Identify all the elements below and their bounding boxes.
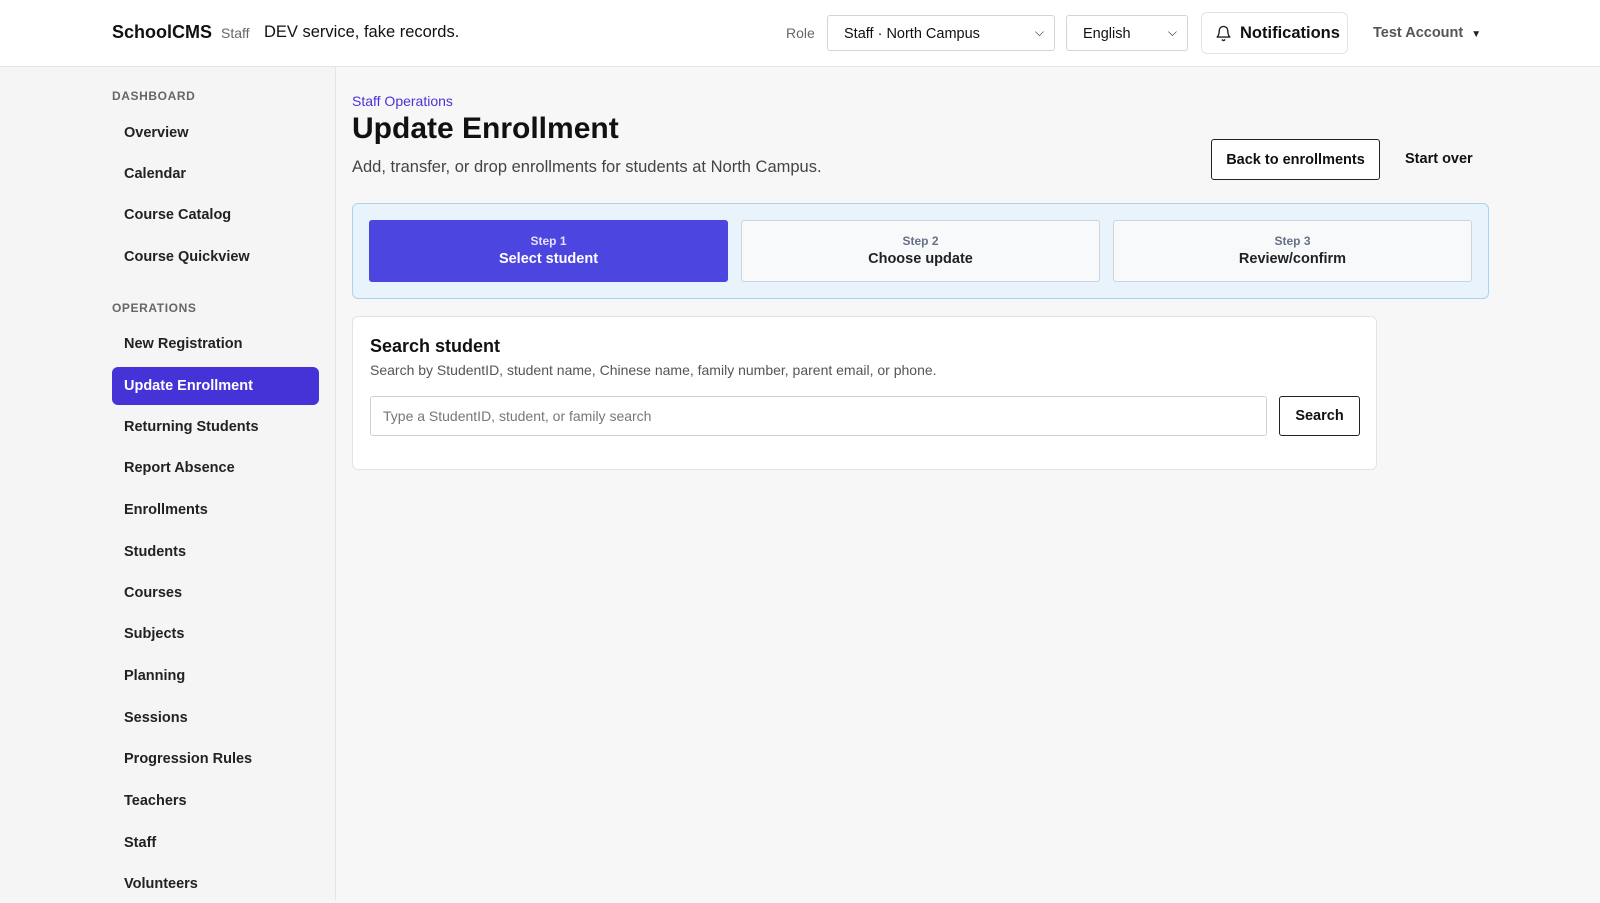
notifications-button[interactable]: Notifications	[1201, 12, 1348, 54]
role-label: Role	[786, 25, 815, 41]
sidebar-item-course-quickview[interactable]: Course Quickview	[112, 238, 319, 276]
sidebar-item-report-absence[interactable]: Report Absence	[112, 449, 319, 487]
sidebar-item-courses[interactable]: Courses	[112, 574, 319, 612]
sidebar-item-calendar[interactable]: Calendar	[112, 155, 319, 193]
sidebar: DASHBOARD Overview Calendar Course Catal…	[0, 67, 336, 900]
student-search-input[interactable]	[370, 396, 1267, 436]
role-select-value: Staff · North Campus	[844, 26, 980, 42]
chevron-down-icon: ⌵	[1034, 25, 1044, 39]
sidebar-item-update-enrollment[interactable]: Update Enrollment	[112, 367, 319, 405]
step-label: Review/confirm	[1238, 251, 1347, 267]
sidebar-item-new-registration[interactable]: New Registration	[112, 325, 319, 363]
sidebar-item-planning[interactable]: Planning	[112, 657, 319, 695]
chevron-down-icon: ⌵	[1167, 25, 1177, 39]
main-content: Staff Operations Update Enrollment Add, …	[352, 67, 1600, 900]
language-select-value: English	[1083, 26, 1131, 42]
step-indicator: Step 1 Select student Step 2 Choose upda…	[352, 203, 1489, 299]
step-select-student[interactable]: Step 1 Select student	[369, 220, 728, 282]
step-label: Select student	[498, 251, 599, 267]
environment-note: DEV service, fake records.	[264, 23, 460, 41]
sidebar-item-enrollments[interactable]: Enrollments	[112, 491, 319, 529]
search-help-text: Search by StudentID, student name, Chine…	[370, 362, 937, 378]
sidebar-item-overview[interactable]: Overview	[112, 114, 319, 152]
back-to-enrollments-button[interactable]: Back to enrollments	[1211, 139, 1380, 180]
step-number: Step 3	[1274, 234, 1311, 248]
sidebar-section-dashboard: DASHBOARD	[112, 89, 196, 103]
account-name: Test Account	[1373, 25, 1464, 41]
card-title: Search student	[370, 336, 501, 356]
search-button[interactable]: Search	[1279, 396, 1360, 436]
sidebar-item-subjects[interactable]: Subjects	[112, 615, 319, 653]
step-label: Choose update	[868, 251, 973, 267]
breadcrumb[interactable]: Staff Operations	[352, 93, 453, 109]
sidebar-section-operations: OPERATIONS	[112, 301, 197, 315]
sidebar-item-course-catalog[interactable]: Course Catalog	[112, 196, 319, 234]
bell-icon	[1216, 25, 1231, 42]
role-select[interactable]: Staff · North Campus ⌵	[827, 15, 1055, 51]
step-number: Step 1	[530, 234, 567, 248]
sidebar-item-returning-students[interactable]: Returning Students	[112, 408, 319, 446]
start-over-button[interactable]: Start over	[1405, 151, 1473, 167]
step-review-confirm[interactable]: Step 3 Review/confirm	[1113, 220, 1472, 282]
top-bar: SchoolCMS Staff DEV service, fake record…	[0, 0, 1600, 67]
caret-down-icon: ▼	[1471, 29, 1482, 40]
sidebar-item-progression-rules[interactable]: Progression Rules	[112, 740, 319, 778]
sidebar-item-teachers[interactable]: Teachers	[112, 782, 319, 820]
page-subtitle: Add, transfer, or drop enrollments for s…	[352, 158, 822, 176]
sidebar-item-staff[interactable]: Staff	[112, 824, 319, 862]
sidebar-item-students[interactable]: Students	[112, 533, 319, 571]
sidebar-item-sessions[interactable]: Sessions	[112, 699, 319, 737]
step-choose-update[interactable]: Step 2 Choose update	[741, 220, 1100, 282]
notifications-label: Notifications	[1240, 24, 1340, 42]
language-select[interactable]: English ⌵	[1066, 15, 1188, 51]
sidebar-item-volunteers[interactable]: Volunteers	[112, 865, 319, 903]
account-menu[interactable]: Test Account ▼	[1373, 25, 1481, 41]
page-title: Update Enrollment	[352, 112, 619, 145]
search-student-card: Search student Search by StudentID, stud…	[352, 316, 1377, 470]
brand-logo[interactable]: SchoolCMS	[112, 22, 212, 43]
step-number: Step 2	[902, 234, 939, 248]
role-tag: Staff	[221, 25, 250, 41]
